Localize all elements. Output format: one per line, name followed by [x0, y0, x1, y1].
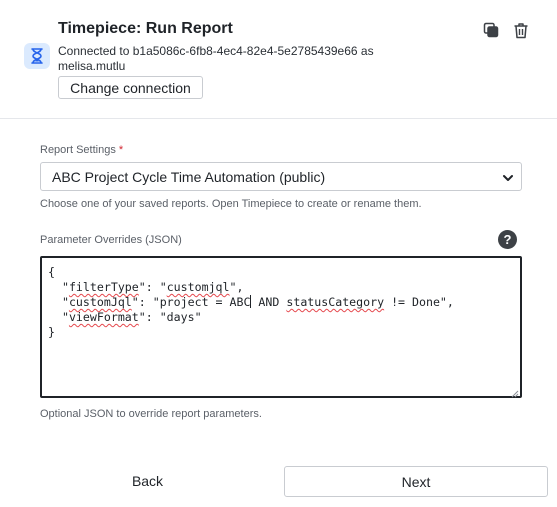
step-title: Timepiece: Run Report	[58, 20, 233, 37]
step-header: Timepiece: Run Report Connected to b1a50…	[0, 0, 557, 106]
code-line: "customJql": "project = ABC AND statusCa…	[48, 295, 454, 309]
resize-handle-icon[interactable]	[509, 385, 519, 398]
trash-icon[interactable]	[511, 20, 531, 40]
code-line: {	[48, 265, 55, 279]
code-line: "filterType": "customjql",	[48, 280, 244, 294]
json-editor[interactable]: { "filterType": "customjql", "customJql"…	[40, 256, 522, 398]
change-connection-button[interactable]: Change connection	[58, 76, 203, 99]
section-divider	[0, 118, 557, 119]
text-caret	[250, 295, 252, 308]
json-code: { "filterType": "customjql", "customJql"…	[48, 265, 454, 340]
parameter-overrides-hint: Optional JSON to override report paramet…	[40, 408, 262, 420]
next-button[interactable]: Next	[284, 466, 548, 497]
report-select-value: ABC Project Cycle Time Automation (publi…	[52, 168, 326, 185]
help-icon[interactable]: ?	[498, 230, 517, 249]
code-line: }	[48, 325, 55, 339]
back-button[interactable]: Back	[40, 466, 255, 496]
parameter-overrides-label: Parameter Overrides (JSON)	[40, 234, 182, 246]
chevron-down-icon	[502, 171, 514, 187]
required-mark: *	[118, 144, 124, 156]
report-settings-label: Report Settings *	[40, 144, 124, 156]
connection-user: melisa.mutlu	[58, 59, 126, 73]
report-settings-hint: Choose one of your saved reports. Open T…	[40, 198, 422, 210]
connection-text: Connected to b1a5086c-6fb8-4ec4-82e4-5e2…	[58, 44, 374, 58]
hourglass-icon	[24, 43, 50, 69]
code-line: "viewFormat": "days"	[48, 310, 202, 324]
copy-icon[interactable]	[481, 20, 501, 40]
report-select[interactable]: ABC Project Cycle Time Automation (publi…	[40, 162, 522, 191]
